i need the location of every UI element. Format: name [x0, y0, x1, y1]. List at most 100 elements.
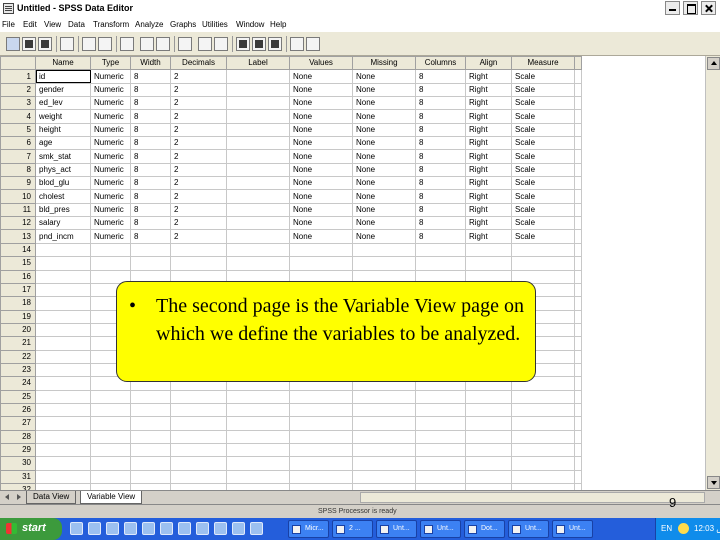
grid-cell[interactable]: [574, 429, 582, 444]
grid-cell[interactable]: Numeric: [90, 109, 131, 124]
grid-cell[interactable]: [226, 256, 290, 271]
grid-cell[interactable]: Right: [465, 69, 512, 84]
grid-cell[interactable]: [35, 469, 91, 485]
grid-cell[interactable]: salary: [35, 216, 91, 231]
grid-cell[interactable]: [352, 389, 416, 404]
grid-cell[interactable]: [352, 402, 416, 418]
grid-cell[interactable]: [511, 402, 575, 418]
grid-cell[interactable]: [130, 389, 171, 404]
quicklaunch-icon[interactable]: [124, 522, 137, 535]
grid-cell[interactable]: [415, 242, 466, 258]
row-number[interactable]: 21: [0, 336, 36, 351]
grid-cell[interactable]: None: [352, 109, 416, 124]
grid-cell[interactable]: [574, 362, 582, 378]
grid-cell[interactable]: [465, 389, 512, 404]
column-header[interactable]: Type: [90, 55, 131, 71]
row-number[interactable]: 24: [0, 376, 36, 391]
menu-view[interactable]: View: [44, 20, 61, 29]
grid-cell[interactable]: [170, 389, 227, 404]
column-header[interactable]: Missing: [352, 55, 416, 71]
grid-cell[interactable]: [226, 136, 290, 151]
grid-cell[interactable]: smk_stat: [35, 149, 91, 164]
quicklaunch-icon[interactable]: [88, 522, 101, 535]
grid-cell[interactable]: [226, 122, 290, 138]
row-number[interactable]: 8: [0, 162, 36, 178]
grid-cell[interactable]: [90, 402, 131, 418]
grid-cell[interactable]: [465, 429, 512, 444]
grid-cell[interactable]: None: [352, 229, 416, 244]
column-header[interactable]: Label: [226, 55, 290, 71]
grid-cell[interactable]: [90, 456, 131, 471]
grid-cell[interactable]: [352, 442, 416, 458]
grid-cell[interactable]: [574, 69, 582, 84]
grid-cell[interactable]: Scale: [511, 229, 575, 244]
grid-cell[interactable]: None: [352, 176, 416, 191]
grid-cell[interactable]: [35, 336, 91, 351]
quicklaunch-icon[interactable]: [196, 522, 209, 535]
grid-cell[interactable]: 8: [130, 69, 171, 84]
grid-cell[interactable]: [35, 242, 91, 258]
grid-cell[interactable]: [226, 82, 290, 98]
tab-data-view[interactable]: Data View: [26, 491, 77, 504]
grid-cell[interactable]: [415, 429, 466, 444]
value-labels-icon[interactable]: [290, 37, 304, 51]
menu-edit[interactable]: Edit: [23, 20, 37, 29]
grid-cell[interactable]: [35, 416, 91, 431]
grid-cell[interactable]: Scale: [511, 122, 575, 138]
grid-cell[interactable]: 8: [415, 216, 466, 231]
grid-cell[interactable]: [226, 469, 290, 485]
grid-cell[interactable]: None: [352, 189, 416, 204]
row-number[interactable]: 12: [0, 216, 36, 231]
grid-cell[interactable]: [574, 176, 582, 191]
grid-cell[interactable]: Scale: [511, 216, 575, 231]
grid-cell[interactable]: [574, 96, 582, 111]
grid-cell[interactable]: Right: [465, 136, 512, 151]
grid-cell[interactable]: [130, 416, 171, 431]
grid-cell[interactable]: Numeric: [90, 149, 131, 164]
grid-cell[interactable]: None: [289, 136, 353, 151]
grid-cell[interactable]: [226, 402, 290, 418]
grid-cell[interactable]: [511, 242, 575, 258]
grid-cell[interactable]: [574, 216, 582, 231]
close-button[interactable]: [701, 1, 716, 15]
tab-variable-view[interactable]: Variable View: [80, 491, 143, 504]
grid-cell[interactable]: [90, 442, 131, 458]
grid-cell[interactable]: 8: [130, 176, 171, 191]
quicklaunch-icon[interactable]: [250, 522, 263, 535]
grid-cell[interactable]: Numeric: [90, 189, 131, 204]
row-number[interactable]: 7: [0, 149, 36, 164]
grid-cell[interactable]: 2: [170, 122, 227, 138]
grid-cell[interactable]: None: [289, 216, 353, 231]
grid-cell[interactable]: weight: [35, 109, 91, 124]
grid-cell[interactable]: [511, 256, 575, 271]
taskbar-button[interactable]: 2 ...: [332, 520, 373, 538]
grid-cell[interactable]: Scale: [511, 149, 575, 164]
grid-cell[interactable]: [352, 242, 416, 258]
grid-cell[interactable]: 8: [130, 82, 171, 98]
grid-cell[interactable]: None: [352, 122, 416, 138]
grid-cell[interactable]: 8: [130, 189, 171, 204]
grid-cell[interactable]: [511, 442, 575, 458]
grid-cell[interactable]: [574, 282, 582, 298]
grid-cell[interactable]: None: [352, 69, 416, 84]
grid-cell[interactable]: [130, 469, 171, 485]
grid-cell[interactable]: 2: [170, 189, 227, 204]
taskbar-button[interactable]: Dot...: [464, 520, 505, 538]
grid-cell[interactable]: [574, 229, 582, 244]
grid-cell[interactable]: 2: [170, 82, 227, 98]
grid-cell[interactable]: [574, 402, 582, 418]
grid-cell[interactable]: None: [289, 229, 353, 244]
grid-cell[interactable]: [415, 469, 466, 485]
grid-cell[interactable]: None: [289, 122, 353, 138]
row-number[interactable]: 6: [0, 136, 36, 151]
row-number[interactable]: 18: [0, 296, 36, 311]
grid-cell[interactable]: cholest: [35, 189, 91, 204]
grid-cell[interactable]: 8: [415, 82, 466, 98]
grid-cell[interactable]: [574, 269, 582, 284]
grid-cell[interactable]: [574, 336, 582, 351]
tab-next-arrow-icon[interactable]: [14, 493, 23, 502]
grid-cell[interactable]: Scale: [511, 69, 575, 84]
grid-cell[interactable]: [574, 376, 582, 391]
grid-cell[interactable]: 8: [130, 202, 171, 218]
insert-case-icon[interactable]: [198, 37, 212, 51]
